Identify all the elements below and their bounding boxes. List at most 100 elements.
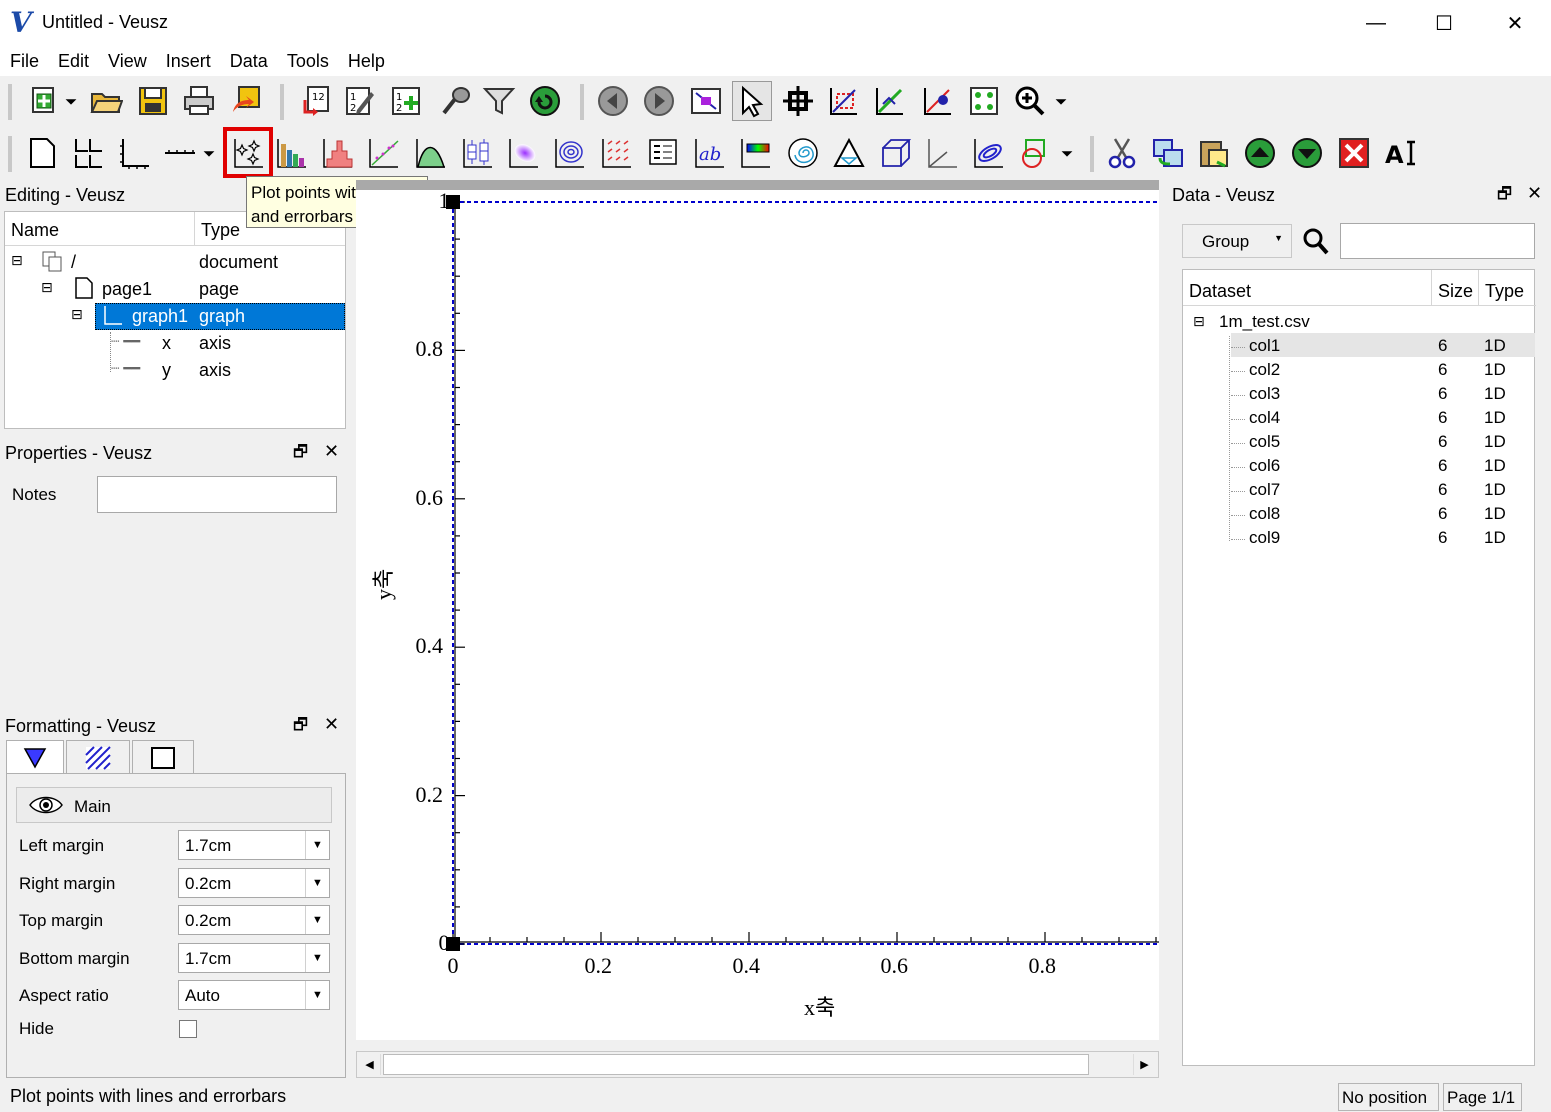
zoom-reset-icon[interactable] [870,81,910,121]
capture-icon[interactable] [436,81,476,121]
move-up-icon[interactable] [1240,133,1280,173]
view-dataset-icon[interactable] [964,81,1004,121]
move-down-icon[interactable] [1287,133,1327,173]
bar-chart-icon[interactable] [272,133,312,173]
toolbar-grip[interactable] [8,84,12,120]
chevron-down-icon[interactable]: ▼ [1274,233,1283,243]
new-document-icon[interactable] [24,81,64,121]
dataset-name[interactable]: col1 [1249,336,1280,360]
tab-fill[interactable] [66,740,130,774]
tree-item-name[interactable]: page1 [102,279,152,305]
dataset-name[interactable]: col8 [1249,504,1280,528]
filter-icon[interactable] [479,81,519,121]
chevron-down-icon[interactable]: ▼ [305,906,329,934]
float-panel-icon[interactable]: 🗗 [1497,183,1512,210]
search-icon[interactable] [1302,226,1330,261]
graph-icon[interactable] [114,133,154,173]
right-margin-combo[interactable]: 0.2cm ▼ [178,868,330,898]
chevron-down-icon[interactable]: ▼ [305,831,329,859]
polar-icon[interactable] [783,133,823,173]
grid-icon[interactable] [67,133,107,173]
chevron-down-icon[interactable] [60,81,82,121]
zoom-graph-icon[interactable] [824,81,864,121]
dataset-name[interactable]: col7 [1249,480,1280,504]
rename-icon[interactable]: A [1380,133,1420,173]
previous-page-icon[interactable] [593,81,633,121]
ternary-icon[interactable] [829,133,869,173]
column-header-type[interactable]: Type [1479,270,1536,306]
menu-data[interactable]: Data [220,46,277,76]
select-pointer-icon[interactable] [732,81,772,121]
plot-window[interactable]: x축 y축 [356,180,1159,1040]
cut-icon[interactable] [1102,133,1142,173]
chevron-down-icon[interactable] [1056,133,1078,173]
y-axis[interactable] [452,201,465,945]
reload-icon[interactable] [525,81,565,121]
menu-edit[interactable]: Edit [48,46,98,76]
chevron-down-icon[interactable]: ▼ [305,944,329,972]
float-panel-icon[interactable]: 🗗 [293,441,308,468]
next-page-icon[interactable] [639,81,679,121]
toolbar-grip[interactable] [580,84,584,120]
contour-icon[interactable] [550,133,590,173]
chevron-down-icon[interactable]: ▼ [305,869,329,897]
group-dropdown[interactable]: Group ▼ [1182,224,1292,258]
tab-marker[interactable] [6,740,64,774]
eye-icon[interactable] [28,794,64,821]
collapse-icon[interactable]: ⊟ [71,306,83,332]
pick-point-icon[interactable] [778,81,818,121]
collapse-icon[interactable]: ⊟ [41,279,53,305]
ellipse-icon[interactable] [969,133,1009,173]
boxplot-icon[interactable] [458,133,498,173]
create-dataset-icon[interactable]: 12 [386,81,426,121]
float-panel-icon[interactable]: 🗗 [293,714,308,741]
save-icon[interactable] [133,81,173,121]
print-icon[interactable] [179,81,219,121]
chevron-down-icon[interactable] [1050,81,1072,121]
tree-item-name[interactable]: / [71,252,76,278]
close-panel-icon[interactable]: ✕ [1527,183,1542,204]
dataset-name[interactable]: col9 [1249,528,1280,552]
dataset-name[interactable]: col6 [1249,456,1280,480]
edit-data-icon[interactable]: 12 [340,81,380,121]
scroll-left-icon[interactable]: ◀ [359,1054,381,1075]
close-panel-icon[interactable]: ✕ [324,714,339,735]
left-margin-combo[interactable]: 1.7cm ▼ [178,830,330,860]
column-header-dataset[interactable]: Dataset [1183,270,1432,306]
menu-view[interactable]: View [98,46,156,76]
horizontal-scrollbar[interactable]: ◀ ▶ [356,1051,1159,1078]
x-axis[interactable] [452,932,1159,945]
tree-item-name[interactable]: x [162,333,171,359]
hide-checkbox[interactable] [179,1020,197,1038]
delete-icon[interactable] [1334,133,1374,173]
collapse-icon[interactable]: ⊟ [11,252,23,278]
fullscreen-icon[interactable] [686,81,726,121]
open-folder-icon[interactable] [86,81,126,121]
export-icon[interactable] [226,81,266,121]
colorbar-icon[interactable] [736,133,776,173]
menu-file[interactable]: File [0,46,48,76]
dataset-name[interactable]: col2 [1249,360,1280,384]
image-icon[interactable] [504,133,544,173]
top-margin-combo[interactable]: 0.2cm ▼ [178,905,330,935]
minimize-button[interactable]: — [1341,0,1411,46]
function-icon[interactable] [411,133,451,173]
scrollbar-thumb[interactable] [383,1054,1089,1075]
3d-graph-icon[interactable] [922,133,962,173]
axis-icon[interactable] [160,133,200,173]
copy-icon[interactable] [1148,133,1188,173]
page-icon[interactable] [22,133,62,173]
toolbar-grip[interactable] [280,84,284,120]
histogram-icon[interactable] [318,133,358,173]
search-input[interactable] [1340,223,1535,259]
read-point-icon[interactable] [918,81,958,121]
view-zoom-icon[interactable] [1010,81,1050,121]
scroll-right-icon[interactable]: ▶ [1133,1054,1155,1075]
toolbar-grip[interactable] [1090,136,1094,172]
chevron-down-icon[interactable] [198,133,220,173]
column-header-size[interactable]: Size [1432,270,1479,306]
notes-input[interactable] [97,476,337,513]
maximize-button[interactable]: ☐ [1409,0,1479,46]
shape-icon[interactable] [1015,133,1055,173]
dataset-name[interactable]: col5 [1249,432,1280,456]
